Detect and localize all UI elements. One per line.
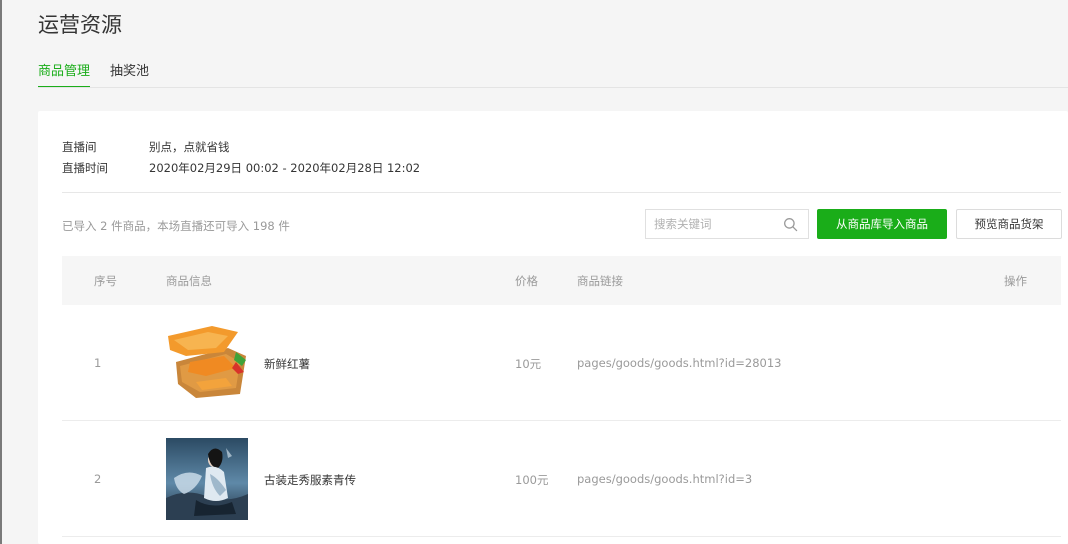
column-product-link: 商品链接 [577,274,623,288]
costume-photo-image [166,438,248,520]
live-time-label: 直播时间 [62,161,108,175]
product-price: 10元 [515,357,542,371]
search-input[interactable] [646,210,776,238]
search-icon[interactable] [783,217,798,232]
column-price: 价格 [515,274,538,288]
live-time-row: 直播时间 2020年02月29日 00:02 - 2020年02月28日 12:… [62,160,420,176]
product-link[interactable]: pages/goods/goods.html?id=3 [577,472,752,486]
tab-bar-divider [38,87,1068,88]
product-price: 100元 [515,473,549,487]
table-row: 2 古装走秀服素青传 100元 pages/goods/goods.html?i… [62,421,1061,537]
tab-lottery-pool[interactable]: 抽奖池 [110,60,149,88]
import-summary: 已导入 2 件商品，本场直播还可导入 198 件 [62,219,290,233]
column-actions: 操作 [1004,274,1027,288]
page: 运营资源 商品管理 抽奖池 直播间 别点，点就省钱 直播时间 2020年02月2… [0,0,1068,544]
content-card: 直播间 别点，点就省钱 直播时间 2020年02月29日 00:02 - 202… [38,111,1068,544]
row-index: 2 [94,472,102,486]
tab-product-management[interactable]: 商品管理 [38,60,91,88]
search-box [645,209,809,239]
preview-shelf-button[interactable]: 预览商品货架 [956,209,1062,239]
table-row: 1 新鲜红薯 10元 pages/goods/goods.html?id=280… [62,305,1061,421]
product-name: 新鲜红薯 [264,357,310,371]
import-from-library-button[interactable]: 从商品库导入商品 [817,209,947,239]
live-room-label: 直播间 [62,140,97,154]
page-title: 运营资源 [38,13,122,37]
live-time-value: 2020年02月29日 00:02 - 2020年02月28日 12:02 [149,161,421,175]
live-room-value: 别点，点就省钱 [149,140,230,154]
sweet-potato-image [166,322,248,404]
column-index: 序号 [94,274,117,288]
row-index: 1 [94,356,102,370]
info-divider [62,192,1061,193]
table-header: 序号 商品信息 价格 商品链接 操作 [62,256,1061,305]
product-name: 古装走秀服素青传 [264,473,356,487]
live-room-row: 直播间 别点，点就省钱 [62,139,230,155]
column-product-info: 商品信息 [166,274,212,288]
window-left-border [0,0,2,544]
tab-bar: 商品管理 抽奖池 [38,60,169,88]
product-link[interactable]: pages/goods/goods.html?id=28013 [577,356,781,370]
